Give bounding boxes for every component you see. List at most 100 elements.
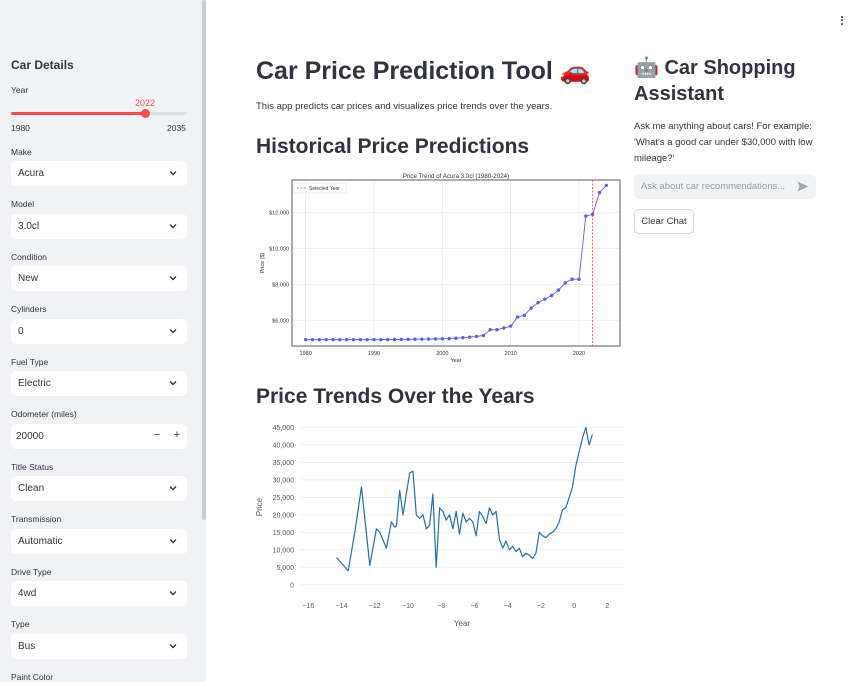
- price-point: [426, 337, 431, 341]
- price-point: [379, 337, 383, 342]
- sidebar-title: Car Details: [11, 58, 74, 72]
- chevron-down-icon: [169, 539, 177, 544]
- x-tick-label: 1990: [368, 351, 380, 357]
- price-point: [522, 313, 527, 318]
- x-tick-label: −2: [537, 603, 545, 610]
- condition-value: New: [18, 273, 39, 284]
- price-trend-chart: 0 5,000 10,000 15,000 20,000 25,000 30,000 35,0…: [255, 425, 624, 628]
- price-point: [310, 337, 315, 342]
- assistant-description: Ask me anything about cars! For example:…: [634, 121, 813, 164]
- x-tick-label: −12: [369, 603, 381, 610]
- year-slider-fill: [11, 112, 146, 115]
- x-tick-label: −10: [402, 603, 414, 610]
- price-point: [577, 277, 581, 281]
- assistant-title: 🤖 Car Shopping Assistant: [634, 57, 796, 105]
- chat-input[interactable]: Ask about car recommendations...: [634, 174, 816, 199]
- price-point: [488, 328, 492, 332]
- x-tick-label: −6: [470, 603, 478, 610]
- price-point: [515, 315, 520, 319]
- page-title: Car Price Prediction Tool 🚗: [256, 57, 591, 85]
- x-tick-label: 0: [572, 603, 576, 610]
- transmission-select[interactable]: Automatic: [11, 529, 187, 554]
- make-value: Acura: [18, 168, 45, 179]
- x-tick-label: 2020: [573, 351, 585, 357]
- y-tick-label: 10,000: [273, 547, 295, 554]
- price-point: [392, 337, 397, 342]
- y-tick-label: 45,000: [273, 425, 295, 432]
- drive-type-select[interactable]: 4wd: [11, 581, 187, 606]
- y-tick-label: 35,000: [273, 460, 295, 467]
- price-point: [549, 293, 554, 298]
- chart-title: Price Trend of Acura 3.0cl (1980-2024): [403, 173, 509, 180]
- chevron-down-icon: [169, 591, 177, 596]
- make-label: Make: [11, 147, 32, 157]
- fuel-type-select[interactable]: Electric: [11, 371, 187, 396]
- condition-label: Condition: [11, 252, 47, 262]
- transmission-value: Automatic: [18, 536, 63, 547]
- odometer-increment-button[interactable]: +: [170, 429, 184, 441]
- y-tick-label: 25,000: [273, 495, 295, 502]
- transmission-label: Transmission: [11, 514, 62, 524]
- price-point: [584, 214, 588, 218]
- price-point: [317, 337, 322, 342]
- section-title-trends: Price Trends Over the Years: [256, 385, 535, 408]
- year-slider-value: 2022: [135, 98, 156, 108]
- main-menu-icon[interactable]: [838, 14, 846, 26]
- year-slider[interactable]: [11, 109, 187, 118]
- fuel-type-label: Fuel Type: [11, 357, 49, 367]
- chevron-down-icon: [169, 486, 177, 491]
- price-point: [604, 183, 609, 188]
- year-slider-max: 2035: [167, 123, 186, 133]
- price-point: [467, 335, 472, 339]
- send-icon[interactable]: [797, 181, 809, 192]
- cylinders-select[interactable]: 0: [11, 319, 187, 344]
- y-tick-label: 5,000: [276, 565, 294, 572]
- price-point: [433, 337, 438, 341]
- chevron-down-icon: [169, 276, 177, 281]
- price-point: [324, 337, 328, 342]
- price-point: [536, 300, 540, 305]
- price-point: [358, 337, 363, 342]
- y-axis-label: Price ($): [260, 252, 266, 273]
- make-select[interactable]: Acura: [11, 161, 187, 186]
- odometer-label: Odometer (miles): [11, 409, 77, 419]
- y-tick-label: $6,000: [272, 319, 289, 325]
- price-point: [495, 328, 499, 332]
- odometer-input[interactable]: 20000 − +: [11, 424, 187, 449]
- y-tick-label: 30,000: [273, 477, 295, 484]
- x-tick-label: −16: [302, 603, 314, 610]
- price-point: [385, 337, 390, 342]
- price-point: [420, 337, 424, 341]
- x-tick-label: 2000: [436, 351, 448, 357]
- y-tick-label: 40,000: [273, 442, 295, 449]
- type-select[interactable]: Bus: [11, 634, 187, 659]
- year-label: Year: [11, 85, 29, 95]
- model-select[interactable]: 3.0cl: [11, 214, 187, 239]
- condition-select[interactable]: New: [11, 266, 187, 291]
- price-point: [303, 337, 308, 342]
- price-point: [344, 337, 349, 342]
- chat-input-placeholder: Ask about car recommendations...: [641, 181, 786, 192]
- cylinders-value: 0: [18, 326, 24, 337]
- y-tick-label: 0: [290, 582, 294, 589]
- price-point: [543, 297, 547, 301]
- page-description: This app predicts car prices and visuali…: [256, 101, 553, 112]
- price-point: [563, 281, 568, 285]
- clear-chat-button[interactable]: Clear Chat: [634, 209, 694, 234]
- price-point: [406, 337, 410, 342]
- odometer-decrement-button[interactable]: −: [150, 429, 164, 441]
- price-point: [447, 336, 451, 341]
- year-slider-min: 1980: [11, 123, 30, 133]
- y-tick-label: 15,000: [273, 530, 295, 537]
- title-status-select[interactable]: Clean: [11, 476, 187, 501]
- model-value: 3.0cl: [18, 221, 40, 232]
- title-status-value: Clean: [18, 483, 45, 494]
- odometer-value: 20000: [16, 431, 44, 442]
- price-point: [399, 337, 404, 342]
- year-slider-thumb[interactable]: [141, 109, 151, 118]
- drive-type-value: 4wd: [18, 588, 37, 599]
- price-point: [331, 337, 335, 342]
- sidebar-scrollbar[interactable]: [202, 0, 206, 520]
- price-point: [570, 277, 574, 281]
- price-point: [597, 190, 602, 195]
